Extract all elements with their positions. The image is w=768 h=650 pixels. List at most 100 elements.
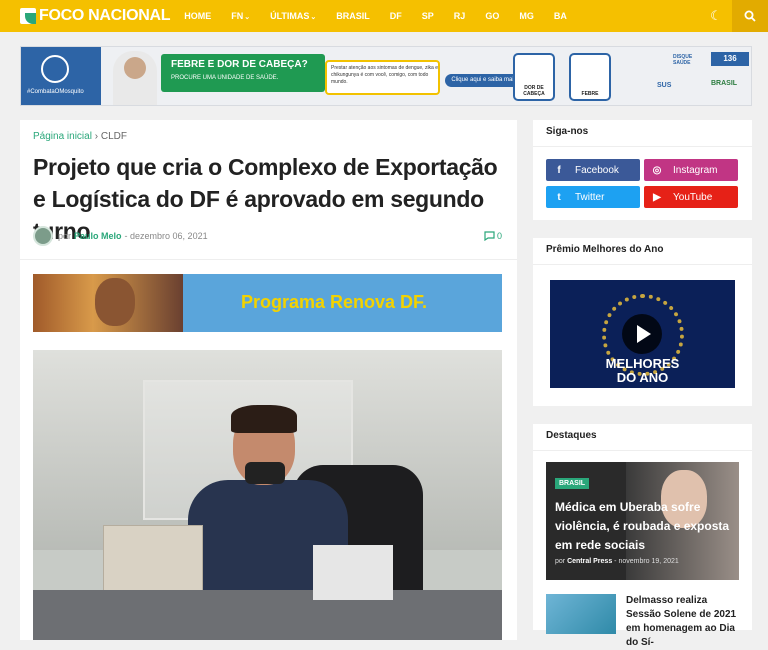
article-card: Página inicial › CLDF Projeto que cria o… [20, 120, 517, 640]
nav-item-go[interactable]: GO [485, 11, 499, 21]
facebook-button[interactable]: f Facebook [546, 159, 640, 181]
comments-link[interactable]: 0 [484, 231, 502, 241]
hero-mask [245, 462, 285, 484]
featured-widget: Destaques BRASIL Médica em Uberaba sofre… [533, 424, 752, 648]
nav-label: RJ [453, 11, 466, 21]
nav-item-df[interactable]: DF [390, 11, 402, 21]
ad-cta-button[interactable]: Clique aqui e saiba mais [445, 74, 523, 87]
breadcrumb-separator: › [94, 131, 99, 142]
instagram-button[interactable]: ◎ Instagram [644, 159, 738, 181]
post-date: - dezembro 06, 2021 [124, 231, 208, 241]
logo-text: FOCO NACIONAL [39, 7, 171, 24]
award-video[interactable]: MELHORES DO ANO [550, 280, 735, 388]
comment-icon [484, 231, 495, 241]
video-title-line1: MELHORES [605, 356, 680, 371]
play-icon[interactable] [622, 314, 662, 354]
video-title-line2: DO ANO [616, 370, 669, 385]
youtube-icon: ▶ [653, 191, 661, 203]
featured-post[interactable]: BRASIL Médica em Uberaba sofre violência… [546, 462, 739, 580]
site-logo[interactable]: FOCO NACIONAL [20, 0, 171, 32]
by-label: por [555, 558, 566, 565]
nav-item-rj[interactable]: RJ [454, 11, 466, 21]
chevron-down-icon: ⌄ [310, 14, 317, 21]
featured-author[interactable]: Central Press [567, 558, 612, 565]
nav-item-brasil[interactable]: BRASIL [336, 11, 370, 21]
banner-ad[interactable]: #CombataOMosquito FEBRE E DOR DE CABEÇA?… [20, 46, 752, 106]
ad-disque-label: DISQUE SAÚDE [673, 54, 693, 66]
nav-label: MG [519, 11, 534, 21]
divider [20, 259, 517, 260]
youtube-button[interactable]: ▶ YouTube [644, 186, 738, 208]
featured-date: - novembro 19, 2021 [614, 558, 679, 565]
breadcrumb-section[interactable]: CLDF [101, 131, 127, 142]
nav-label: BA [553, 11, 567, 21]
ad-brasil-logo: BRASIL [711, 80, 738, 87]
author-link[interactable]: Paulo Melo [74, 231, 122, 241]
ad-card-fever: FEBRE [569, 53, 611, 101]
follow-widget: Siga-nos f Facebook ◎ Instagram t Twitter ▶… [533, 120, 752, 220]
twitter-button[interactable]: t Twitter [546, 186, 640, 208]
instagram-icon: ◎ [652, 164, 662, 176]
ad-notice-box: Prestar atenção aos sintomas de dengue, … [325, 60, 440, 95]
hero-desk [33, 590, 502, 640]
ad-sus-logo: SUS [657, 82, 672, 89]
list-item[interactable]: Delmasso realiza Sessão Solene de 2021 e… [546, 594, 739, 648]
main-nav: HOME FN⌄ ÚLTIMAS⌄ BRASIL DF SP RJ GO MG … [184, 0, 587, 32]
featured-title[interactable]: Médica em Uberaba sofre violência, é rou… [555, 498, 735, 555]
nav-item-mg[interactable]: MG [519, 11, 534, 21]
top-navbar: FOCO NACIONAL HOME FN⌄ ÚLTIMAS⌄ BRASIL D… [0, 0, 768, 32]
featured-meta: por Central Press - novembro 19, 2021 [555, 558, 679, 565]
ad-hashtag: #CombataOMosquito [27, 89, 84, 95]
ad-headline: FEBRE E DOR DE CABEÇA? [171, 59, 308, 70]
nav-label: SP [421, 11, 434, 21]
author-avatar[interactable] [33, 226, 53, 246]
nav-item-ba[interactable]: BA [554, 11, 567, 21]
ad-card-label: FEBRE [581, 91, 599, 97]
ad-disque-number: 136 [711, 52, 749, 66]
social-label: Instagram [673, 164, 718, 176]
widget-divider [533, 264, 752, 265]
hero-person-hair [231, 405, 297, 433]
nav-label: ÚLTIMAS [270, 11, 310, 21]
award-widget: Prêmio Melhores do Ano MELHORES DO ANO [533, 238, 752, 406]
widget-title: Siga-nos [546, 126, 589, 137]
social-label: Facebook [575, 164, 619, 176]
twitter-icon: t [557, 191, 561, 203]
dark-mode-toggle[interactable]: ☾ [700, 0, 732, 32]
post-title[interactable]: Delmasso realiza Sessão Solene de 2021 e… [626, 594, 741, 650]
ad-text: Programa Renova DF. [241, 292, 428, 312]
moon-icon: ☾ [710, 8, 722, 23]
social-label: Twitter [575, 191, 605, 203]
ad-doctor-face [124, 57, 146, 79]
widget-title: Destaques [546, 430, 597, 441]
nav-item-fn[interactable]: FN⌄ [231, 11, 250, 21]
ad-person [95, 278, 135, 326]
ad-card-label: DOR DE CABEÇA [523, 85, 545, 97]
search-icon [744, 10, 756, 22]
ad-card-headache: DOR DE CABEÇA [513, 53, 555, 101]
category-badge[interactable]: BRASIL [555, 478, 590, 489]
nav-label: DF [389, 11, 402, 21]
breadcrumb-home[interactable]: Página inicial [33, 131, 92, 142]
article-meta: por Paulo Melo - dezembro 06, 2021 [33, 226, 208, 246]
facebook-icon: f [557, 164, 561, 176]
nav-label: BRASIL [336, 11, 370, 21]
by-label: por [58, 231, 72, 241]
logo-icon [20, 8, 36, 24]
nav-item-ultimas[interactable]: ÚLTIMAS⌄ [270, 11, 316, 21]
search-button[interactable] [732, 0, 768, 32]
ad-subline: PROCURE UMA UNIDADE DE SAÚDE. [171, 75, 279, 81]
widget-divider [533, 450, 752, 451]
widget-divider [533, 146, 752, 147]
breadcrumb: Página inicial › CLDF [33, 131, 127, 142]
widget-title: Prêmio Melhores do Ano [546, 244, 664, 255]
nav-label: GO [485, 11, 500, 21]
nav-label: HOME [184, 11, 212, 21]
nav-label: FN [231, 11, 244, 21]
nav-item-sp[interactable]: SP [422, 11, 434, 21]
chevron-down-icon: ⌄ [244, 14, 251, 21]
nav-item-home[interactable]: HOME [184, 11, 211, 21]
post-thumbnail[interactable] [546, 594, 616, 634]
hero-laptop [103, 525, 203, 595]
renova-df-ad[interactable]: Programa Renova DF. [33, 274, 502, 332]
